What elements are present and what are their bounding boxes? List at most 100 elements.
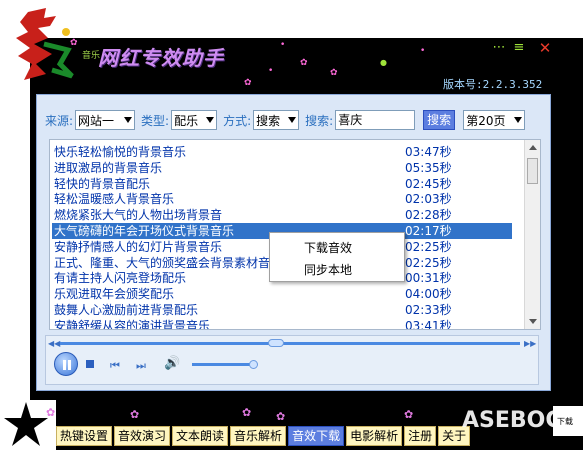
song-row[interactable]: 轻快的背景音配乐 02:45秒: [52, 176, 512, 192]
sparkle-icon: ●: [380, 58, 387, 67]
mode-value: 搜索: [256, 113, 281, 128]
sparkle-icon: ✿: [300, 58, 308, 68]
tab-4[interactable]: 音效下载: [288, 426, 345, 446]
song-name: 乐观进取年会颁奖配乐: [54, 287, 175, 302]
menu-icon[interactable]: ⋯: [490, 40, 508, 56]
scroll-up-icon[interactable]: [529, 145, 537, 150]
song-duration: 00:31秒: [405, 271, 452, 286]
source-select[interactable]: 网站一: [75, 110, 136, 130]
watermark: ASEBOC: [462, 408, 562, 433]
song-duration: 02:25秒: [405, 239, 452, 254]
watermark-corner: 下载: [553, 406, 583, 436]
fast-forward-icon[interactable]: ▶▶: [524, 339, 536, 348]
song-row[interactable]: 安静舒缓从容的演讲背景音乐 03:41秒: [52, 318, 512, 330]
type-select[interactable]: 配乐: [171, 110, 218, 130]
flower-icon: ✿: [242, 406, 252, 419]
close-icon[interactable]: ✕: [536, 40, 554, 56]
scroll-thumb[interactable]: [527, 158, 538, 184]
song-duration: 03:41秒: [405, 318, 452, 330]
sparkle-icon: •: [268, 66, 274, 76]
volume-slider[interactable]: [192, 363, 256, 366]
tab-3[interactable]: 音乐解析: [230, 426, 287, 446]
song-duration: 02:45秒: [405, 176, 452, 191]
chevron-down-icon: [288, 117, 297, 123]
list-icon[interactable]: ≡: [510, 40, 528, 56]
top-strip: [0, 0, 583, 38]
song-row[interactable]: 快乐轻松愉悦的背景音乐 03:47秒: [52, 144, 512, 160]
sparkle-icon: ✿: [244, 78, 252, 88]
scroll-down-icon[interactable]: [529, 319, 537, 324]
song-duration: 02:33秒: [405, 303, 452, 317]
song-row[interactable]: 鼓舞人心激励前进背景配乐 02:33秒: [52, 302, 512, 318]
logo-icon: [16, 8, 74, 80]
song-duration: 02:25秒: [405, 255, 452, 270]
audio-player: ◀◀ ▶▶ ⏮ ⏭ 🔊: [45, 335, 539, 385]
mode-select[interactable]: 搜索: [253, 110, 300, 130]
song-name: 进取激昂的背景音乐: [54, 160, 163, 175]
sparkle-icon: ✿: [330, 68, 338, 78]
previous-icon[interactable]: ⏮: [110, 359, 120, 373]
app-title: 网红专效助手: [98, 46, 224, 70]
song-name: 轻松温暖感人背景音乐: [54, 192, 175, 207]
song-name: 有请主持人闪亮登场配乐: [54, 271, 187, 286]
stop-icon[interactable]: [86, 360, 94, 368]
flower-icon: ✿: [276, 410, 286, 423]
song-name: 快乐轻松愉悦的背景音乐: [54, 145, 187, 159]
song-name: 正式、隆重、大气的颁奖盛会背景素材音: [54, 255, 271, 270]
keyword-input[interactable]: 喜庆: [335, 110, 416, 130]
tab-0[interactable]: 热键设置: [56, 426, 113, 446]
flower-icon: ✿: [46, 406, 56, 419]
search-button[interactable]: 搜索: [423, 110, 456, 130]
song-duration: 02:17秒: [405, 224, 452, 238]
flower-icon: ✿: [130, 408, 140, 421]
version-label: 版本号:2.2.3.352: [443, 78, 543, 91]
chevron-down-icon: [206, 117, 215, 123]
volume-icon[interactable]: 🔊: [164, 356, 180, 371]
song-row[interactable]: 燃烧紧张大气的人物出场背景音 02:28秒: [52, 207, 512, 223]
song-name: 鼓舞人心激励前进背景配乐: [54, 303, 199, 317]
chevron-down-icon: [514, 117, 523, 123]
song-duration: 04:00秒: [405, 287, 452, 302]
menu-item-download[interactable]: 下载音效: [304, 239, 352, 256]
keyword-label: 搜索:: [305, 113, 334, 128]
page-value: 第20页: [466, 113, 506, 128]
sparkle-icon: ✿: [70, 38, 78, 48]
menu-item-sync-local[interactable]: 同步本地: [304, 261, 352, 278]
flower-icon: ✿: [404, 408, 414, 421]
song-duration: 02:28秒: [405, 208, 452, 223]
tab-6[interactable]: 注册: [404, 426, 437, 446]
song-row[interactable]: 进取激昂的背景音乐 05:35秒: [52, 160, 512, 176]
sparkle-icon: •: [280, 40, 286, 50]
sparkle-icon: •: [420, 46, 426, 56]
song-name: 燃烧紧张大气的人物出场背景音: [54, 208, 223, 223]
tab-1[interactable]: 音效演习: [114, 426, 171, 446]
list-scrollbar[interactable]: [524, 140, 540, 329]
search-row: 来源: 网站一 类型: 配乐 方式: 搜索 搜索: 喜庆 搜索 第20页: [45, 109, 526, 131]
song-duration: 05:35秒: [405, 160, 452, 175]
song-row[interactable]: 轻松温暖感人背景音乐 02:03秒: [52, 191, 512, 207]
volume-thumb[interactable]: [248, 360, 258, 369]
type-value: 配乐: [174, 113, 199, 128]
song-duration: 02:03秒: [405, 192, 452, 207]
tab-5[interactable]: 电影解析: [346, 426, 403, 446]
mode-label: 方式:: [223, 113, 252, 128]
context-menu: 下载音效 同步本地: [269, 232, 405, 282]
bottom-tab-bar: 热键设置 音效演习 文本朗读 音乐解析 音效下载 电影解析 注册 关于: [56, 426, 471, 446]
song-name: 轻快的背景音配乐: [54, 176, 151, 191]
song-name: 大气磅礴的年会开场仪式背景音乐: [54, 224, 235, 238]
seek-bar[interactable]: [60, 342, 520, 345]
rewind-icon[interactable]: ◀◀: [48, 339, 60, 348]
chevron-down-icon: [124, 117, 133, 123]
song-name: 安静抒情感人的幻灯片背景音乐: [54, 239, 223, 254]
source-value: 网站一: [78, 113, 115, 128]
page-select[interactable]: 第20页: [463, 110, 526, 130]
song-row[interactable]: 乐观进取年会颁奖配乐 04:00秒: [52, 286, 512, 302]
type-label: 类型:: [141, 113, 170, 128]
next-icon[interactable]: ⏭: [136, 359, 146, 373]
app-window: 音乐 网红专效助手 ⋯ ≡ ✕ 版本号:2.2.3.352 ✿ • ✿ • ✿ …: [0, 0, 583, 450]
seek-thumb[interactable]: [268, 339, 285, 347]
source-label: 来源:: [45, 113, 74, 128]
song-name: 安静舒缓从容的演讲背景音乐: [54, 318, 211, 330]
pause-button[interactable]: [54, 352, 78, 376]
tab-2[interactable]: 文本朗读: [172, 426, 229, 446]
